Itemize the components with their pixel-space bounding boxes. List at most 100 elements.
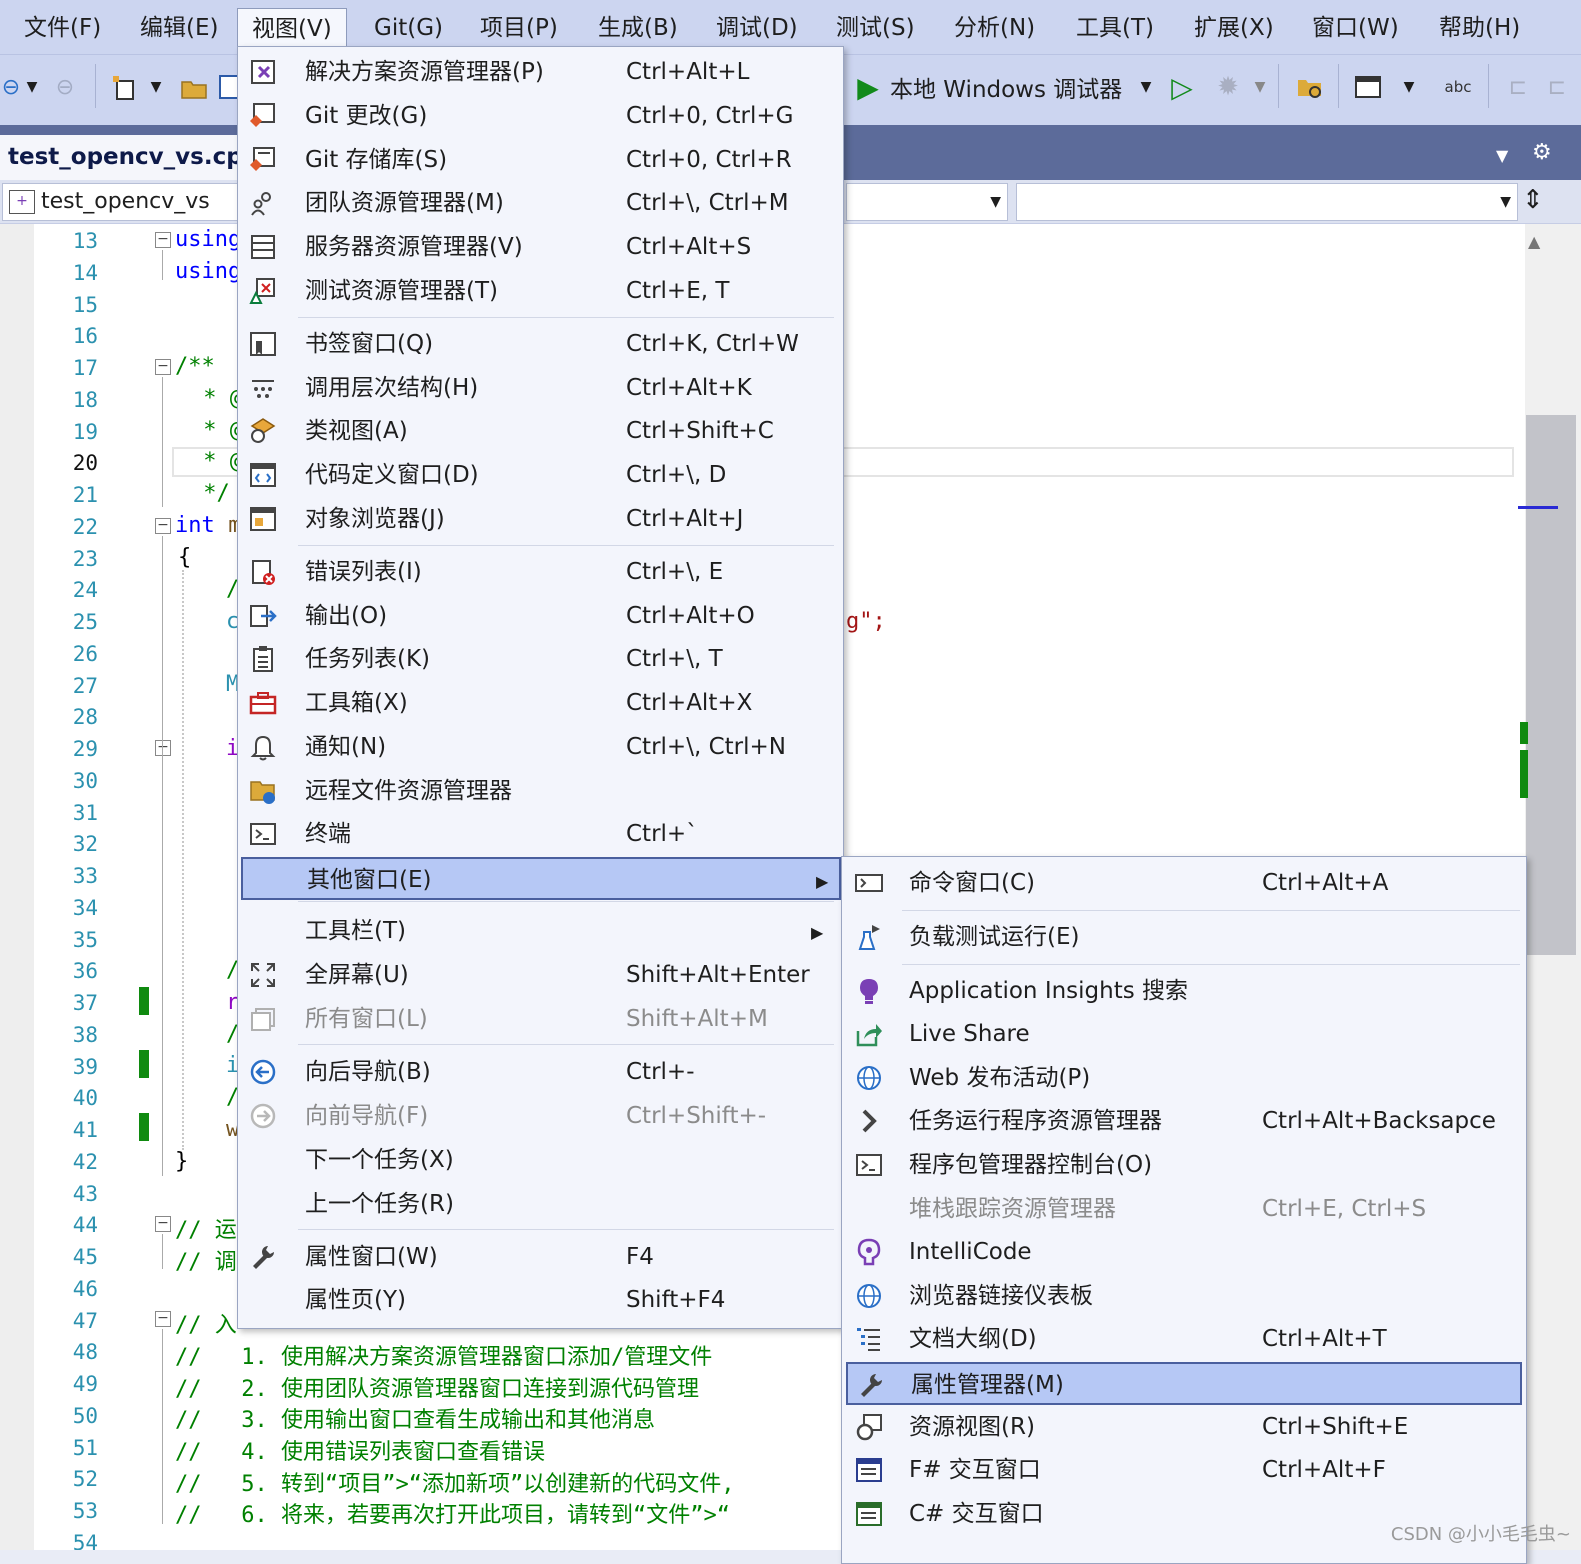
view-menu-item[interactable]: 输出(O) Ctrl+Alt+O	[238, 595, 843, 638]
comment-icon[interactable]: ⊏	[1500, 66, 1536, 108]
line-number: 19	[72, 419, 98, 444]
view-menu-item[interactable]: 对象浏览器(J) Ctrl+Alt+J	[238, 498, 843, 541]
menu-debug[interactable]: 调试(D)	[702, 8, 812, 48]
line-number: 25	[72, 610, 98, 634]
start-debug-icon[interactable]: ▶	[852, 66, 884, 108]
uncomment-icon[interactable]: ⊏	[1542, 66, 1572, 108]
project-combo[interactable]: + test_opencv_vs	[2, 183, 250, 221]
view-menu-item-label: 错误列表(I)	[305, 559, 422, 585]
other-windows-menu-item[interactable]: 文档大纲(D) Ctrl+Alt+T	[842, 1318, 1526, 1361]
scroll-up-icon[interactable]: ▲	[1528, 232, 1540, 251]
gear-icon[interactable]: ⚙	[1532, 140, 1552, 165]
fold-toggle[interactable]: −	[155, 1311, 171, 1327]
find-in-files-icon[interactable]	[1292, 66, 1328, 108]
view-menu-item[interactable]: 团队资源管理器(M) Ctrl+\, Ctrl+M	[238, 182, 843, 225]
menu-help[interactable]: 帮助(H)	[1425, 8, 1534, 48]
browser-link-icon	[854, 1281, 884, 1311]
resource-view-icon	[854, 1412, 884, 1442]
menu-analyze[interactable]: 分析(N)	[940, 8, 1049, 48]
other-windows-menu-item[interactable]: 资源视图(R) Ctrl+Shift+E	[842, 1406, 1526, 1449]
chevron-down-icon[interactable]: ▼	[146, 66, 166, 108]
member-combo[interactable]: ▼	[1016, 183, 1518, 221]
other-windows-item-label: Application Insights 搜索	[909, 978, 1189, 1004]
view-menu-item[interactable]: 通知(N) Ctrl+\, Ctrl+N	[238, 726, 843, 769]
menu-project[interactable]: 项目(P)	[466, 8, 572, 48]
view-menu-item[interactable]: 终端 Ctrl+`	[238, 813, 843, 856]
document-tab[interactable]: test_opencv_vs.cpp	[0, 135, 259, 180]
other-windows-menu-item[interactable]: F# 交互窗口 Ctrl+Alt+F	[842, 1449, 1526, 1492]
view-menu-item[interactable]: 服务器资源管理器(V) Ctrl+Alt+S	[238, 226, 843, 269]
navigate-back-icon	[248, 1057, 278, 1087]
other-windows-menu-item[interactable]: IntelliCode	[842, 1231, 1526, 1274]
fold-toggle[interactable]: −	[155, 518, 171, 534]
menu-file[interactable]: 文件(F)	[10, 8, 115, 48]
view-menu-item[interactable]: 错误列表(I) Ctrl+\, E	[238, 551, 843, 594]
other-windows-menu-item[interactable]: 负载测试运行(E)	[842, 916, 1526, 959]
fold-toggle[interactable]: −	[155, 740, 171, 756]
view-menu-item[interactable]: 代码定义窗口(D) Ctrl+\, D	[238, 454, 843, 497]
view-menu-item[interactable]: 远程文件资源管理器	[238, 770, 843, 813]
start-without-debug-icon[interactable]: ▷	[1166, 66, 1198, 108]
other-windows-menu-item[interactable]: 任务运行程序资源管理器 Ctrl+Alt+Backsapce	[842, 1100, 1526, 1143]
window-layout-icon[interactable]	[1350, 66, 1386, 108]
menu-build[interactable]: 生成(B)	[584, 8, 692, 48]
fold-toggle[interactable]: −	[155, 1216, 171, 1232]
view-menu-item[interactable]: 测试资源管理器(T) Ctrl+E, T	[238, 270, 843, 313]
other-windows-menu-item[interactable]: Web 发布活动(P)	[842, 1057, 1526, 1100]
chevron-down-icon[interactable]: ▼	[1136, 66, 1156, 108]
chevron-down-icon[interactable]: ▼	[1394, 66, 1424, 108]
view-menu-item[interactable]: Git 存储库(S) Ctrl+0, Ctrl+R	[238, 139, 843, 182]
view-menu-item[interactable]: 其他窗口(E) ▶	[241, 857, 841, 900]
view-menu-item[interactable]: 任务列表(K) Ctrl+\, T	[238, 638, 843, 681]
view-menu-item[interactable]: 下一个任务(X)	[238, 1139, 843, 1182]
view-menu-item[interactable]: 工具栏(T) ▶	[238, 910, 843, 953]
view-menu-item[interactable]: 工具箱(X) Ctrl+Alt+X	[238, 682, 843, 725]
view-menu-item[interactable]: 书签窗口(Q) Ctrl+K, Ctrl+W	[238, 323, 843, 366]
menu-extensions[interactable]: 扩展(X)	[1180, 8, 1288, 48]
view-menu-item[interactable]: 属性页(Y) Shift+F4	[238, 1279, 843, 1322]
view-menu-item[interactable]: 解决方案资源管理器(P) Ctrl+Alt+L	[238, 51, 843, 94]
view-menu-item-label: 所有窗口(L)	[305, 1006, 428, 1032]
split-editor-icon[interactable]: ⇕	[1522, 185, 1544, 215]
new-project-icon[interactable]	[108, 66, 144, 108]
other-windows-submenu: 命令窗口(C) Ctrl+Alt+A 负载测试运行(E) Application In…	[841, 856, 1527, 1564]
chevron-down-icon[interactable]: ▼	[22, 66, 42, 108]
fold-toggle[interactable]: −	[155, 359, 171, 375]
menu-tools[interactable]: 工具(T)	[1062, 8, 1168, 48]
other-windows-menu-item[interactable]: 程序包管理器控制台(O)	[842, 1144, 1526, 1187]
scope-combo[interactable]: ▼	[846, 183, 1008, 221]
view-menu-item[interactable]: 向后导航(B) Ctrl+-	[238, 1051, 843, 1094]
menu-edit[interactable]: 编辑(E)	[126, 8, 232, 48]
menu-git[interactable]: Git(G)	[360, 8, 457, 48]
back-nav-icon[interactable]: ⊖	[0, 66, 22, 108]
forward-nav-icon[interactable]: ⊖	[50, 66, 80, 108]
line-number: 24	[72, 578, 98, 603]
view-menu-item[interactable]: 类视图(A) Ctrl+Shift+C	[238, 410, 843, 453]
other-windows-menu-item[interactable]: 浏览器链接仪表板	[842, 1275, 1526, 1318]
chevron-down-icon[interactable]: ▼	[1250, 66, 1270, 108]
view-menu-item[interactable]: Git 更改(G) Ctrl+0, Ctrl+G	[238, 95, 843, 138]
other-windows-menu-item[interactable]: Application Insights 搜索	[842, 970, 1526, 1013]
other-windows-menu-item[interactable]: 堆栈跟踪资源管理器 Ctrl+E, Ctrl+S	[842, 1188, 1526, 1231]
view-menu-item[interactable]: 向前导航(F) Ctrl+Shift+-	[238, 1095, 843, 1138]
other-windows-menu-item[interactable]: 属性管理器(M)	[846, 1362, 1522, 1405]
view-menu-item[interactable]: 全屏幕(U) Shift+Alt+Enter	[238, 954, 843, 997]
view-menu-item[interactable]: 属性窗口(W) F4	[238, 1236, 843, 1279]
open-folder-icon[interactable]	[176, 66, 212, 108]
other-windows-menu-item[interactable]: 命令窗口(C) Ctrl+Alt+A	[842, 862, 1526, 905]
other-windows-menu-item[interactable]: Live Share	[842, 1013, 1526, 1056]
spell-check-icon[interactable]: abc	[1440, 66, 1476, 108]
code-line-17: /**	[175, 354, 215, 379]
view-menu-item[interactable]: 所有窗口(L) Shift+Alt+M	[238, 998, 843, 1041]
menu-test[interactable]: 测试(S)	[822, 8, 929, 48]
view-menu-item[interactable]: 上一个任务(R)	[238, 1183, 843, 1226]
fold-toggle[interactable]: −	[155, 232, 171, 248]
scrollbar-thumb[interactable]	[1526, 415, 1576, 955]
menu-window[interactable]: 窗口(W)	[1298, 8, 1413, 48]
hot-reload-icon[interactable]: ✹	[1210, 66, 1246, 108]
save-icon[interactable]	[218, 66, 238, 108]
view-menu-item[interactable]: 调用层次结构(H) Ctrl+Alt+K	[238, 367, 843, 410]
chevron-down-icon[interactable]: ▼	[1496, 146, 1508, 165]
other-windows-item-label: 任务运行程序资源管理器	[909, 1108, 1162, 1134]
debug-target-label[interactable]: 本地 Windows 调试器	[890, 66, 1135, 108]
